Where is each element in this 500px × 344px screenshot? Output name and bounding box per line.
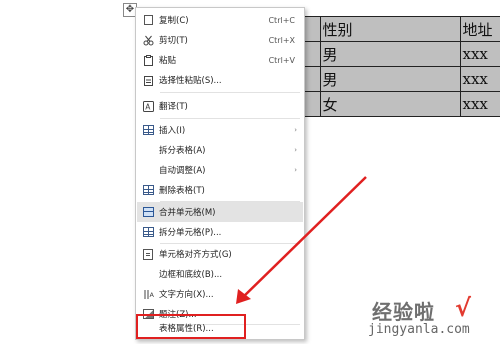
delete-table-icon <box>137 185 159 195</box>
menu-item-insert[interactable]: 插入(I) › <box>137 120 303 140</box>
menu-item-label: 拆分表格(A) <box>159 146 206 156</box>
table-row: 男 xxx <box>296 41 500 67</box>
menu-divider <box>160 118 300 119</box>
menu-item-split-cells[interactable]: 拆分单元格(P)... <box>137 222 303 242</box>
translate-icon: A <box>137 100 159 112</box>
submenu-arrow-icon: › <box>294 146 297 154</box>
menu-item-label: 自动调整(A) <box>159 166 206 176</box>
menu-item-paste[interactable]: 粘贴 Ctrl+V <box>137 50 303 70</box>
menu-item-auto-fit[interactable]: 自动调整(A) › <box>137 160 303 180</box>
watermark-title: 经验啦 <box>372 300 435 324</box>
checkmark-icon: √ <box>455 294 472 322</box>
menu-item-label: 删除表格(T) <box>159 186 205 196</box>
table-row: 性别 地址 <box>296 16 500 42</box>
menu-item-label: 选择性粘贴(S)... <box>159 76 222 86</box>
scissors-icon <box>137 35 159 46</box>
split-cells-icon <box>137 227 159 237</box>
menu-item-label: 翻译(T) <box>159 102 188 112</box>
insert-table-icon <box>137 125 159 135</box>
menu-item-shortcut: Ctrl+X <box>268 35 295 45</box>
text-direction-icon: A <box>137 289 159 300</box>
menu-item-merge-cells[interactable]: 合并单元格(M) <box>137 202 303 222</box>
menu-item-shortcut: Ctrl+V <box>268 55 295 65</box>
paste-icon <box>137 54 159 66</box>
submenu-arrow-icon: › <box>294 126 297 134</box>
table-row: 女 xxx <box>296 91 500 117</box>
svg-text:A: A <box>149 291 154 299</box>
annotation-highlight-box <box>136 314 246 339</box>
copy-icon <box>137 13 159 25</box>
menu-item-label: 拆分单元格(P)... <box>159 228 222 238</box>
menu-item-label: 插入(I) <box>159 126 186 136</box>
menu-item-cut[interactable]: 剪切(T) Ctrl+X <box>137 30 303 50</box>
menu-item-label: 单元格对齐方式(G) <box>159 250 232 260</box>
svg-text:A: A <box>145 102 151 111</box>
table-cell[interactable]: 男 <box>319 66 461 92</box>
submenu-arrow-icon: › <box>294 166 297 174</box>
watermark-logo: 经验啦 √ jingyanla.com <box>360 294 490 342</box>
menu-item-label: 文字方向(X)... <box>159 290 214 300</box>
merge-cells-icon <box>137 207 159 217</box>
menu-item-label: 复制(C) <box>159 16 189 26</box>
table-cell[interactable]: xxx <box>459 91 500 117</box>
menu-item-label: 剪切(T) <box>159 36 188 46</box>
table-cell[interactable]: 地址 <box>459 16 500 42</box>
table-cell[interactable]: 性别 <box>319 16 461 42</box>
table-cell[interactable]: xxx <box>459 66 500 92</box>
menu-item-copy[interactable]: 复制(C) Ctrl+C <box>137 10 303 30</box>
menu-item-translate[interactable]: A 翻译(T) <box>137 96 303 116</box>
watermark-url: jingyanla.com <box>368 322 470 337</box>
menu-item-shortcut: Ctrl+C <box>268 15 295 25</box>
menu-item-borders-shading[interactable]: 边框和底纹(B)... <box>137 264 303 284</box>
table-row: 男 xxx <box>296 66 500 92</box>
menu-item-label: 合并单元格(M) <box>159 208 216 218</box>
menu-item-split-table[interactable]: 拆分表格(A) › <box>137 140 303 160</box>
context-menu: 复制(C) Ctrl+C 剪切(T) Ctrl+X 粘贴 Ctrl+V 选择性粘… <box>135 7 305 340</box>
table-cell[interactable]: 男 <box>319 41 461 67</box>
menu-item-text-direction[interactable]: A 文字方向(X)... <box>137 284 303 304</box>
document-table[interactable]: 性别 地址 男 xxx 男 xxx 女 xxx <box>296 16 500 117</box>
table-cell[interactable]: xxx <box>459 41 500 67</box>
menu-item-cell-alignment[interactable]: 单元格对齐方式(G) <box>137 244 303 264</box>
menu-divider <box>160 92 300 93</box>
menu-item-paste-special[interactable]: 选择性粘贴(S)... <box>137 70 303 90</box>
table-cell[interactable]: 女 <box>319 91 461 117</box>
menu-item-delete-table[interactable]: 删除表格(T) <box>137 180 303 200</box>
paste-special-icon <box>137 75 159 86</box>
menu-item-label: 粘贴 <box>159 56 177 66</box>
menu-item-label: 边框和底纹(B)... <box>159 270 223 280</box>
document-page: 性别 地址 男 xxx 男 xxx 女 xxx ✥ 复制(C) Ctrl+C 剪… <box>0 0 500 344</box>
cell-align-icon <box>137 248 159 260</box>
